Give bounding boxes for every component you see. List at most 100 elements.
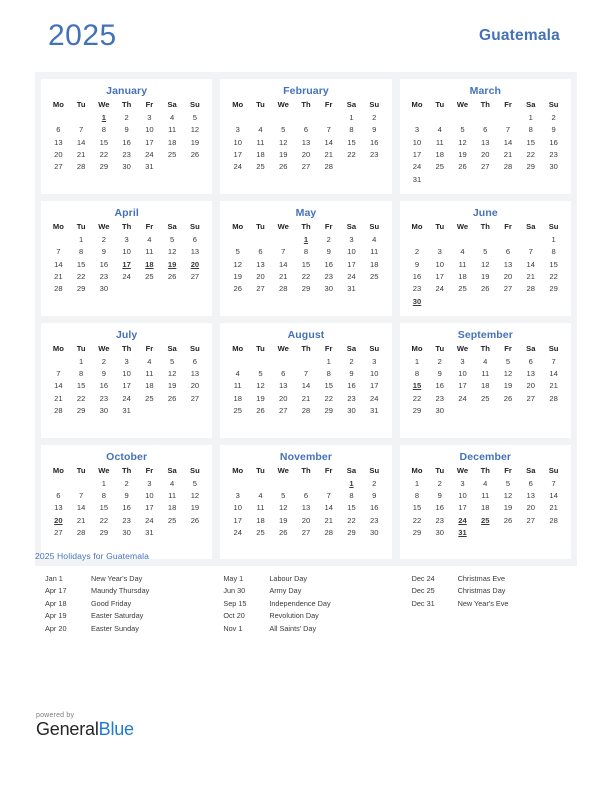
weekday-header-fr: Fr: [504, 343, 512, 353]
day-cell-empty: [474, 527, 497, 539]
holiday-date: Sep 15: [223, 598, 247, 608]
day-cell: 12: [256, 381, 265, 391]
weekday-header-fr: Fr: [324, 221, 333, 231]
day-cell: 8: [349, 125, 354, 135]
day-cell: 10: [122, 247, 131, 257]
day-cell-empty: [340, 295, 363, 307]
day-cell: 23: [435, 515, 444, 525]
weekday-header-we: We: [98, 100, 110, 109]
day-cell-holiday: 1: [303, 234, 309, 244]
weekday-header-su: Su: [548, 343, 559, 353]
day-cell: 11: [168, 490, 177, 500]
week-row: 2 3 4 5 6 7 8: [406, 246, 565, 258]
weekday-header-row: Mo Tu We Th Fr Sa Su: [406, 466, 565, 478]
day-cell: 27: [278, 406, 288, 416]
day-cell: 21: [503, 150, 513, 160]
day-cell-empty: [519, 539, 542, 551]
generalblue-logo[interactable]: GeneralBlue: [36, 719, 286, 740]
weekday-header-tu: Tu: [435, 100, 445, 109]
month-name: March: [469, 85, 502, 97]
day-cell-empty: [542, 173, 565, 185]
day-cell: 14: [278, 259, 288, 269]
logo-text-blue: Blue: [98, 719, 134, 739]
week-row: [226, 539, 385, 551]
day-cell: 23: [370, 515, 379, 525]
weekday-header-sa: Sa: [526, 100, 536, 109]
day-cell: 17: [435, 271, 444, 281]
day-cell: 12: [190, 125, 200, 135]
day-cell: 20: [190, 381, 200, 391]
day-cell: 25: [481, 393, 490, 403]
day-cell-empty: [474, 417, 497, 429]
weekday-header-we: We: [277, 100, 289, 109]
day-cell-empty: [93, 173, 116, 185]
day-cell: 14: [54, 259, 63, 269]
day-cell: 2: [101, 356, 106, 366]
day-cell: 15: [347, 137, 356, 147]
day-cell: 21: [324, 515, 333, 525]
weekday-header-tu: Tu: [76, 100, 86, 109]
day-cell-empty: [295, 477, 318, 489]
day-cell: 1: [326, 356, 331, 366]
week-row: 10 11 12 13 14 15 16: [226, 502, 385, 514]
day-cell-empty: [272, 477, 295, 489]
holiday-name: Christmas Day: [457, 586, 506, 596]
day-cell-empty: [184, 295, 207, 307]
day-cell: 29: [549, 284, 558, 294]
day-cell: 29: [99, 528, 109, 538]
day-cell: 25: [167, 515, 177, 525]
day-cell-empty: [184, 283, 207, 295]
weekday-header-fr: Fr: [324, 343, 333, 353]
weekday-header-fr: Fr: [324, 100, 333, 109]
holiday-name: Army Day: [269, 586, 302, 596]
week-row: [47, 539, 206, 551]
week-row: 17 18 19 20 21 22 23: [406, 149, 565, 161]
day-cell-empty: [272, 173, 295, 185]
day-cell: 9: [124, 125, 129, 135]
day-cell-empty: [406, 417, 429, 429]
month-day-grid: Mo Tu We Th Fr Sa Su 1 2 3 4 5 6 7 8 9 10 11 12 13 14 15 16 17…: [226, 222, 385, 308]
holiday-date: Dec 31: [411, 598, 435, 608]
day-cell: 3: [437, 247, 442, 257]
day-cell: 22: [526, 150, 535, 160]
day-cell-empty: [47, 295, 70, 307]
day-cell: 17: [233, 150, 242, 160]
holiday-name: Easter Sunday: [91, 623, 139, 633]
day-cell: 22: [324, 393, 333, 403]
day-cell: 21: [54, 271, 63, 281]
day-cell: 24: [412, 162, 422, 172]
month-name: September: [457, 328, 513, 341]
day-cell-empty: [519, 295, 542, 307]
day-cell: 14: [324, 137, 333, 147]
day-cell: 13: [278, 381, 288, 391]
holiday-name: Independence Day: [269, 598, 331, 608]
day-cell-empty: [184, 539, 207, 551]
day-cell: 11: [256, 137, 265, 147]
day-cell-empty: [184, 173, 207, 185]
day-cell-empty: [93, 295, 116, 307]
day-cell: 11: [168, 125, 177, 135]
holiday-list-item: Sep 15 Independence Day: [223, 597, 411, 609]
week-row: 12: [406, 112, 565, 124]
day-cell-empty: [428, 173, 451, 185]
day-cell-holiday: 1: [101, 112, 106, 122]
day-cell: 13: [481, 137, 490, 147]
weekday-header-su: Su: [369, 465, 380, 475]
weekday-header-tu: Tu: [256, 221, 265, 231]
weekday-header-tu: Tu: [256, 343, 265, 353]
day-cell: 19: [458, 150, 467, 160]
day-cell: 3: [460, 356, 465, 366]
day-cell: 18: [458, 271, 467, 281]
day-cell: 3: [235, 125, 240, 135]
day-cell: 31: [145, 528, 154, 538]
day-cell-empty: [340, 173, 363, 185]
day-cell-empty: [184, 405, 207, 417]
day-cell: 25: [458, 284, 467, 294]
day-cell: 8: [79, 247, 84, 257]
week-row: 1 2 3 4 5: [47, 112, 206, 124]
day-cell: 10: [233, 137, 242, 147]
weekday-header-th: Th: [301, 100, 311, 109]
week-row: 7 8 9 10 11 12 13: [47, 368, 206, 380]
day-cell: 27: [54, 162, 63, 172]
day-cell: 9: [414, 259, 420, 269]
